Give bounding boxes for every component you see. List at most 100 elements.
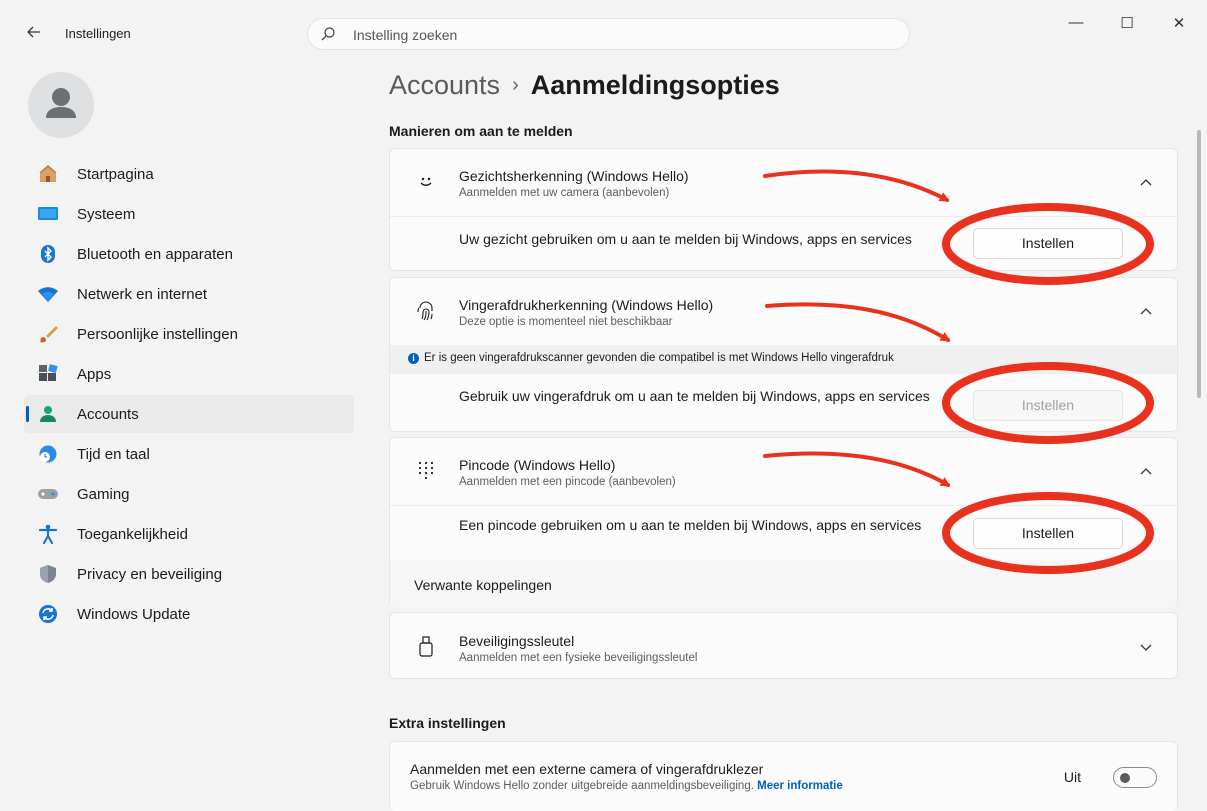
face-setup-button[interactable]: Instellen — [973, 228, 1123, 259]
page-title: Accounts › Aanmeldingsopties — [389, 70, 780, 101]
toggle-state-label: Uit — [1063, 769, 1081, 785]
breadcrumb-accounts[interactable]: Accounts — [389, 70, 500, 100]
sidebar-nav: Startpagina Systeem Bluetooth en apparat… — [24, 155, 354, 635]
app-title: Instellingen — [65, 26, 131, 41]
sidebar-item-label: Apps — [77, 366, 112, 383]
external-camera-subtitle: Gebruik Windows Hello zonder uitgebreide… — [410, 780, 843, 792]
search-icon — [321, 27, 335, 41]
info-icon: i — [408, 353, 419, 364]
close-button[interactable]: ✕ — [1157, 14, 1201, 36]
fingerprint-card: Vingerafdrukherkenning (Windows Hello) D… — [389, 277, 1178, 432]
related-links-label: Verwante koppelingen — [414, 577, 552, 593]
chevron-up-icon[interactable] — [1139, 305, 1153, 319]
fingerprint-icon — [414, 299, 438, 323]
search-input[interactable]: Instelling zoeken — [353, 27, 457, 43]
accessibility-icon — [37, 523, 59, 545]
fingerprint-description: Gebruik uw vingerafdruk om u aan te meld… — [459, 388, 930, 404]
sidebar-item-label: Bluetooth en apparaten — [77, 246, 233, 263]
sidebar-item-startpagina[interactable]: Startpagina — [24, 155, 354, 193]
home-icon — [37, 163, 59, 185]
person-icon — [37, 403, 59, 425]
fingerprint-info-bar: i Er is geen vingerafdrukscanner gevonde… — [390, 345, 1177, 373]
sidebar-item-tijd-en-taal[interactable]: Tijd en taal — [24, 435, 354, 473]
fingerprint-setup-button: Instellen — [973, 390, 1123, 421]
wifi-icon — [37, 283, 59, 305]
face-recognition-header[interactable]: Gezichtsherkenning (Windows Hello) Aanme… — [390, 149, 1177, 216]
pin-description: Een pincode gebruiken om u aan te melden… — [459, 517, 922, 533]
search-box[interactable]: Instelling zoeken — [307, 18, 910, 50]
toggle-knob — [1120, 773, 1130, 783]
security-key-subtitle: Aanmelden met een fysieke beveiligingssl… — [459, 652, 698, 664]
pin-subtitle: Aanmelden met een pincode (aanbevolen) — [459, 476, 676, 488]
pin-card: Pincode (Windows Hello) Aanmelden met ee… — [389, 437, 1178, 608]
update-icon — [37, 603, 59, 625]
smiley-face-icon — [414, 169, 438, 193]
fingerprint-info-text: Er is geen vingerafdrukscanner gevonden … — [424, 352, 894, 364]
sidebar-item-privacy[interactable]: Privacy en beveiliging — [24, 555, 354, 593]
pin-setup-button[interactable]: Instellen — [973, 518, 1123, 549]
breadcrumb-current: Aanmeldingsopties — [530, 70, 780, 100]
monitor-icon — [37, 203, 59, 225]
title-bar: Instellingen Instelling zoeken — ☐ ✕ — [0, 0, 1207, 62]
security-key-card[interactable]: Beveiligingssleutel Aanmelden met een fy… — [389, 612, 1178, 679]
sidebar-item-label: Gaming — [77, 486, 130, 503]
sidebar-item-label: Tijd en taal — [77, 446, 150, 463]
face-recognition-card: Gezichtsherkenning (Windows Hello) Aanme… — [389, 148, 1178, 271]
maximize-button[interactable]: ☐ — [1105, 14, 1149, 36]
face-recognition-subtitle: Aanmelden met uw camera (aanbevolen) — [459, 187, 670, 199]
bluetooth-icon — [37, 243, 59, 265]
sidebar-item-label: Netwerk en internet — [77, 286, 208, 303]
security-key-title: Beveiligingssleutel — [459, 633, 575, 649]
sidebar-item-label: Startpagina — [77, 166, 154, 183]
chevron-up-icon[interactable] — [1139, 176, 1153, 190]
minimize-button[interactable]: — — [1054, 14, 1098, 36]
related-links-row: Verwante koppelingen — [390, 560, 1177, 608]
face-recognition-title: Gezichtsherkenning (Windows Hello) — [459, 168, 689, 184]
sidebar-item-label: Privacy en beveiliging — [77, 566, 223, 583]
chevron-down-icon[interactable] — [1139, 640, 1153, 654]
external-camera-card: Aanmelden met een externe camera of ving… — [389, 741, 1178, 811]
sidebar-item-netwerk[interactable]: Netwerk en internet — [24, 275, 354, 313]
external-camera-title: Aanmelden met een externe camera of ving… — [410, 761, 764, 777]
pin-header[interactable]: Pincode (Windows Hello) Aanmelden met ee… — [390, 438, 1177, 505]
avatar[interactable] — [28, 72, 94, 138]
sidebar-item-label: Persoonlijke instellingen — [77, 326, 238, 343]
external-camera-subtitle-text: Gebruik Windows Hello zonder uitgebreide… — [410, 780, 754, 792]
shield-icon — [37, 563, 59, 585]
divider — [390, 373, 1177, 374]
section-title-sign-in: Manieren om aan te melden — [389, 123, 573, 139]
sidebar-item-systeem[interactable]: Systeem — [24, 195, 354, 233]
apps-icon — [37, 363, 59, 385]
fingerprint-subtitle: Deze optie is momenteel niet beschikbaar — [459, 316, 673, 328]
sidebar-item-persoonlijk[interactable]: Persoonlijke instellingen — [24, 315, 354, 353]
pin-title: Pincode (Windows Hello) — [459, 457, 616, 473]
chevron-up-icon[interactable] — [1139, 465, 1153, 479]
keypad-icon — [414, 458, 438, 482]
sidebar-item-apps[interactable]: Apps — [24, 355, 354, 393]
sidebar-item-bluetooth[interactable]: Bluetooth en apparaten — [24, 235, 354, 273]
divider — [390, 505, 1177, 506]
sidebar-item-gaming[interactable]: Gaming — [24, 475, 354, 513]
back-arrow-icon — [27, 26, 40, 38]
fingerprint-header[interactable]: Vingerafdrukherkenning (Windows Hello) D… — [390, 278, 1177, 345]
selection-indicator — [26, 406, 29, 422]
more-info-link[interactable]: Meer informatie — [757, 780, 843, 792]
globe-clock-icon — [37, 443, 59, 465]
external-camera-toggle[interactable] — [1113, 767, 1157, 788]
user-silhouette-icon — [46, 88, 76, 118]
gamepad-icon — [37, 483, 59, 505]
sidebar-item-label: Systeem — [77, 206, 136, 223]
fingerprint-title: Vingerafdrukherkenning (Windows Hello) — [459, 297, 714, 313]
sidebar-item-label: Accounts — [77, 406, 139, 423]
sidebar-item-label: Toegankelijkheid — [77, 526, 188, 543]
sidebar-item-toegankelijkheid[interactable]: Toegankelijkheid — [24, 515, 354, 553]
face-recognition-description: Uw gezicht gebruiken om u aan te melden … — [459, 231, 912, 247]
sidebar-item-windows-update[interactable]: Windows Update — [24, 595, 354, 633]
scrollbar[interactable] — [1197, 130, 1201, 398]
back-button[interactable] — [22, 22, 46, 46]
sidebar-item-label: Windows Update — [77, 606, 191, 623]
section-title-extra: Extra instellingen — [389, 715, 506, 731]
usb-key-icon — [414, 635, 438, 659]
divider — [390, 216, 1177, 217]
sidebar-item-accounts[interactable]: Accounts — [24, 395, 354, 433]
